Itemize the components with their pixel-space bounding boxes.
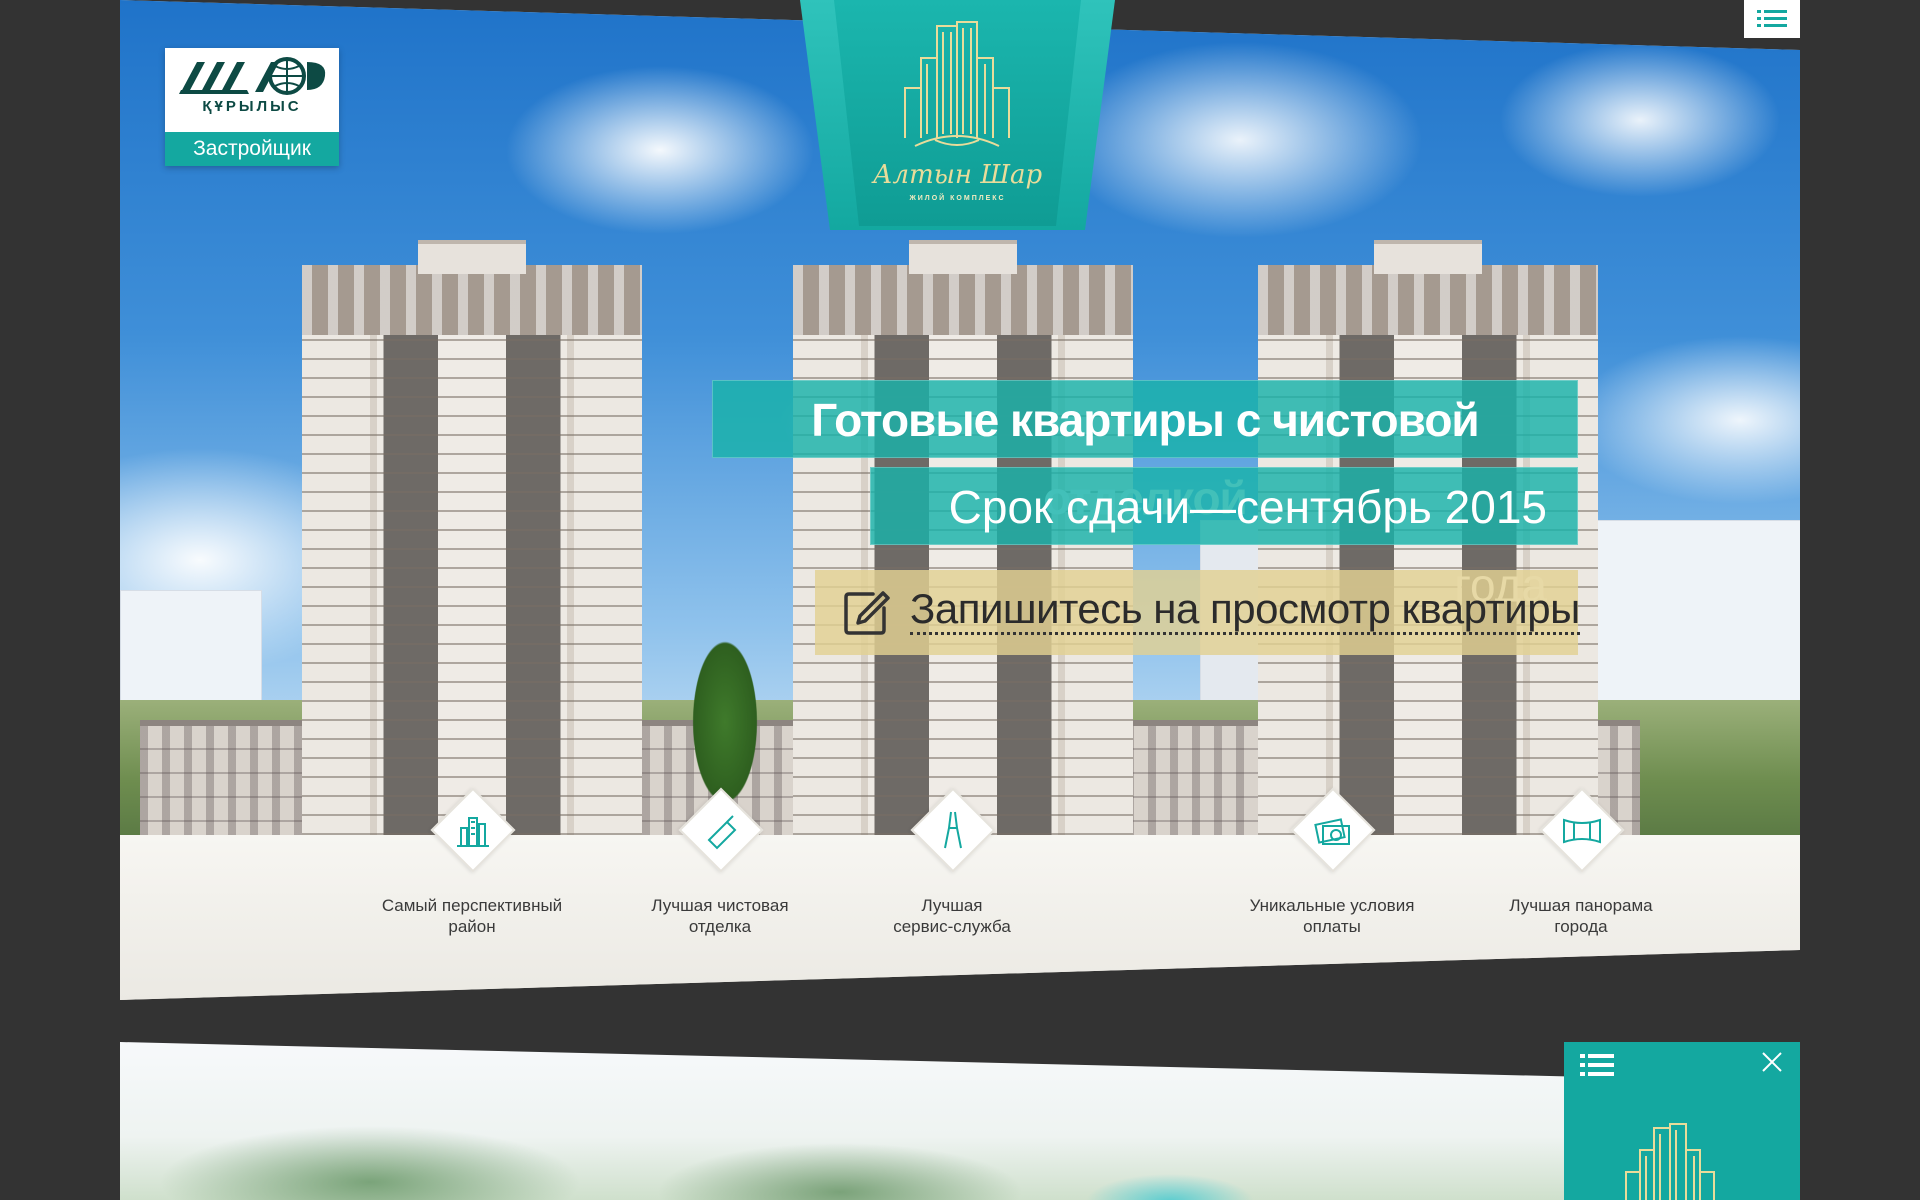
close-icon[interactable]	[1760, 1050, 1784, 1074]
residential-tower-right	[1258, 240, 1598, 835]
developer-logo[interactable]: ҚҰРЫЛЫС Застройщик	[165, 48, 339, 166]
book-viewing-button[interactable]: Запишитесь на просмотр квартиры	[815, 570, 1580, 655]
feature-label: Уникальные условия оплаты	[1249, 896, 1415, 936]
side-menu-panel	[1564, 1042, 1800, 1200]
residential-tower-left	[302, 240, 642, 835]
complex-name: Алтын Шар	[872, 160, 1043, 190]
pliers-icon	[944, 811, 962, 849]
book-viewing-label: Запишитесь на просмотр квартиры	[910, 586, 1580, 635]
towers-logo-mark	[904, 21, 1010, 147]
developer-subtitle: ҚҰРЫЛЫС	[202, 98, 302, 115]
list-menu-icon[interactable]	[1580, 1052, 1614, 1078]
feature-label: Лучшая чистовая отделка	[651, 896, 789, 936]
complex-tagline: ЖИЛОЙ КОМПЛЕКС	[909, 195, 1006, 202]
money-icon	[1314, 818, 1350, 845]
feature-label: Самый перспективный район	[381, 896, 563, 936]
panorama-icon	[1563, 818, 1601, 844]
developer-role-label: Застройщик	[165, 132, 339, 166]
next-section-preview	[120, 1042, 1800, 1200]
trowel-icon	[707, 815, 737, 850]
shar-logo-mark	[179, 57, 326, 95]
list-menu-icon	[1757, 10, 1787, 27]
residential-tower-center	[793, 240, 1133, 835]
feature-label: Лучшая сервис-служба	[893, 896, 1011, 936]
building-icon	[457, 817, 489, 847]
towers-logo-mark	[1625, 1123, 1715, 1200]
edit-icon	[844, 591, 890, 635]
feature-label: Лучшая панорама города	[1509, 896, 1653, 936]
hero-headline: Готовые квартиры с чистовой отделкой	[712, 380, 1578, 524]
complex-emblem[interactable]: Алтын Шар ЖИЛОЙ КОМПЛЕКС	[800, 0, 1115, 230]
hero-subheadline: Срок сдачи—сентябрь 2015 года	[870, 467, 1578, 611]
menu-button[interactable]	[1744, 0, 1800, 38]
